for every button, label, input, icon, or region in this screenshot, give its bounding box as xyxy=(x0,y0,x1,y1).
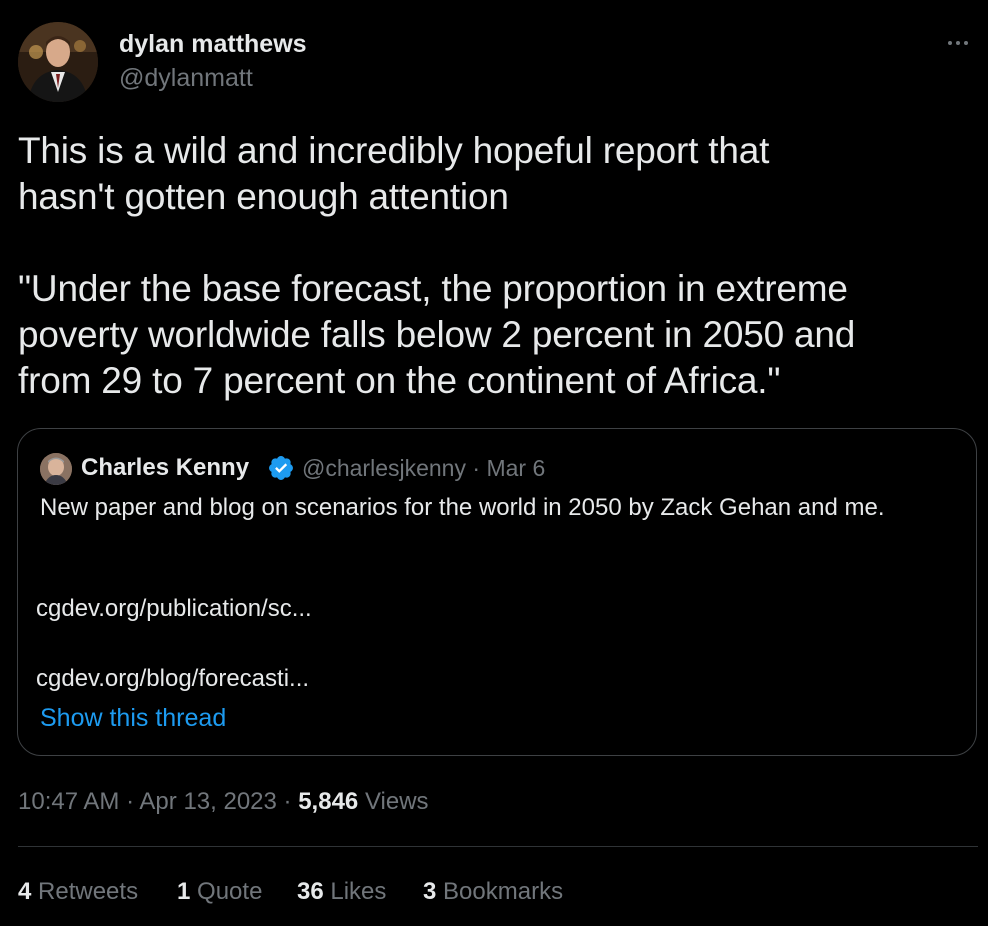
meta-separator: · xyxy=(472,455,481,481)
retweets-count: 4 xyxy=(18,878,32,905)
quoted-author-name[interactable]: Charles Kenny xyxy=(81,454,249,482)
bookmarks-label: Bookmarks xyxy=(443,878,564,905)
quoted-author-avatar[interactable] xyxy=(40,453,72,485)
quoted-author-handle[interactable]: @charlesjkenny xyxy=(302,455,466,481)
author-handle[interactable]: @dylanmatt xyxy=(119,64,253,93)
tweet-text: This is a wild and incredibly hopeful re… xyxy=(18,130,856,401)
show-thread-link[interactable]: Show this thread xyxy=(40,704,226,733)
quoted-tweet-meta: @charlesjkenny · Mar 6 xyxy=(302,455,545,482)
author-name[interactable]: dylan matthews xyxy=(119,30,307,59)
quotes-count: 1 xyxy=(177,878,191,905)
divider xyxy=(18,846,978,847)
bookmarks-count: 3 xyxy=(423,878,437,905)
timestamp-separator: · xyxy=(126,788,135,815)
retweets-label: Retweets xyxy=(38,878,139,905)
views-label: Views xyxy=(364,788,429,815)
tweet-time[interactable]: 10:47 AM xyxy=(18,788,119,815)
quoted-tweet-date[interactable]: Mar 6 xyxy=(486,455,545,481)
bookmarks-stat[interactable]: 3 Bookmarks xyxy=(423,878,563,906)
quotes-label: Quote xyxy=(197,878,263,905)
quotes-stat[interactable]: 1 Quote xyxy=(177,878,262,906)
tweet-date[interactable]: Apr 13, 2023 xyxy=(139,788,276,815)
quoted-tweet-text: New paper and blog on scenarios for the … xyxy=(40,494,885,521)
more-options-button[interactable] xyxy=(940,28,976,58)
quoted-link-blog[interactable]: cgdev.org/blog/forecasti... xyxy=(36,665,309,693)
views-count: 5,846 xyxy=(298,788,359,815)
likes-stat[interactable]: 36 Likes xyxy=(297,878,386,906)
quoted-tweet-card[interactable]: Charles Kenny @charlesjkenny · Mar 6 New… xyxy=(17,428,977,756)
author-avatar[interactable] xyxy=(18,22,98,102)
likes-count: 36 xyxy=(297,878,324,905)
likes-label: Likes xyxy=(330,878,387,905)
quoted-link-publication[interactable]: cgdev.org/publication/sc... xyxy=(36,595,312,623)
verified-badge-icon xyxy=(267,454,295,482)
retweets-stat[interactable]: 4 Retweets xyxy=(18,878,138,906)
timestamp-separator: · xyxy=(283,788,292,815)
tweet-timestamp-row: 10:47 AM · Apr 13, 2023 · 5,846 Views xyxy=(18,788,429,816)
more-horizontal-icon xyxy=(948,41,968,45)
